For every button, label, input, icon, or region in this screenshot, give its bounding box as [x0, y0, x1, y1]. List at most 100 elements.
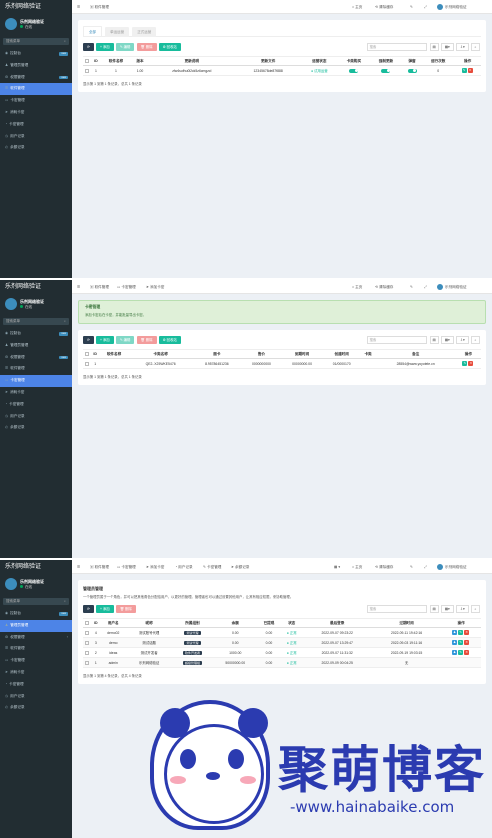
sidebar-item[interactable]: ⚙ 权限管理 ‹	[0, 632, 72, 644]
sidebar-item[interactable]: ♟ 管理员管理	[0, 340, 72, 352]
sidebar-item[interactable]: ▭ 卡密管理	[0, 655, 72, 667]
search-icon[interactable]: ⌕	[471, 605, 480, 613]
translate-icon[interactable]: ✎	[410, 0, 413, 14]
edit-icon[interactable]: ✎	[458, 630, 464, 635]
edit-icon[interactable]: ✎	[458, 650, 464, 655]
add-button[interactable]: + 添加	[95, 43, 114, 51]
sidebar-item[interactable]: ◉ 控制台 new	[0, 48, 72, 60]
search-input[interactable]: 搜索	[366, 43, 427, 51]
home-link[interactable]: ⌂ 主页	[352, 560, 362, 574]
tab-software[interactable]: ▣ 软件管理	[90, 560, 109, 574]
add-button[interactable]: + 添加	[95, 605, 114, 613]
columns-icon[interactable]: ▦▾	[440, 336, 454, 344]
sidebar-item-active[interactable]: ☰ 软件管理	[0, 83, 72, 96]
trash-icon[interactable]: ✕	[464, 630, 470, 635]
search-icon[interactable]: ⌕	[471, 43, 480, 51]
home-link[interactable]: ⌂ 主页	[352, 280, 362, 294]
sidebar-item[interactable]: ◷ 用户记录	[0, 411, 72, 423]
search-icon[interactable]: ⌕	[471, 336, 480, 344]
refresh-button[interactable]: ⟳	[83, 605, 94, 613]
trash-icon[interactable]: ✕	[467, 68, 473, 73]
trash-icon[interactable]: ✕	[468, 361, 474, 366]
trash-icon[interactable]: ✕	[464, 650, 470, 655]
row-checkbox[interactable]	[85, 68, 90, 73]
sidebar-item[interactable]: ◔ 卡密管理	[0, 119, 72, 131]
fullscreen-icon[interactable]: ⤢	[424, 560, 427, 574]
sidebar-item[interactable]: ➤ 消耗卡密	[0, 387, 72, 399]
sidebar-item-active[interactable]: ♟ 管理员管理	[0, 619, 72, 632]
sidebar-item[interactable]: ➤ 消耗卡密	[0, 667, 72, 679]
sidebar-item[interactable]: ◷ 用户记录	[0, 691, 72, 703]
sidebar-item[interactable]: ◔ 卡密管理	[0, 399, 72, 411]
row-checkbox[interactable]	[85, 650, 90, 655]
search-input[interactable]: 搜索	[366, 605, 427, 613]
sidebar-search[interactable]: 搜索菜单 ⌕	[3, 598, 69, 605]
hamburger-icon[interactable]: ☰	[77, 0, 80, 14]
sidebar-item[interactable]: ◴ 余额记录	[0, 422, 72, 434]
clear-cache-link[interactable]: ⟲ 清除缓存	[375, 280, 393, 294]
edit-icon[interactable]: ✎	[458, 640, 464, 645]
translate-icon[interactable]: ✎	[410, 280, 413, 294]
row-checkbox[interactable]	[85, 640, 90, 645]
tabs-dropdown[interactable]: ▦ ▾	[334, 560, 340, 574]
edit-button[interactable]: ✎ 编辑	[115, 43, 135, 51]
columns-icon[interactable]: ▦▾	[440, 605, 454, 613]
edit-button[interactable]: ✎ 编辑	[115, 336, 135, 344]
tab-all[interactable]: 全部	[83, 26, 102, 36]
delete-button[interactable]: 🗑 删除	[136, 336, 157, 344]
edit-icon[interactable]: ✎	[462, 361, 468, 366]
user-menu[interactable]: 乐剂网络验证	[437, 560, 467, 574]
refresh-button[interactable]: ⟳	[83, 43, 94, 51]
recycle-button[interactable]: ⚙ 回收站	[158, 43, 181, 51]
sidebar-item[interactable]: ◴ 余额记录	[0, 142, 72, 154]
export-icon[interactable]: ⇩▾	[455, 605, 469, 613]
tab-trial[interactable]: 单运运营	[105, 27, 130, 37]
home-link[interactable]: ⌂ 主页	[352, 0, 362, 14]
export-icon[interactable]: ⇩▾	[455, 336, 469, 344]
trash-icon[interactable]: ✕	[464, 640, 470, 645]
user-icon[interactable]: ♟	[452, 630, 458, 635]
translate-icon[interactable]: ✎	[410, 560, 413, 574]
sidebar-item[interactable]: ⚙ 权限管理 new	[0, 352, 72, 364]
tab-software[interactable]: ▣ 软件管理	[90, 0, 109, 14]
tab-cards[interactable]: ▭ 卡密管理	[117, 560, 136, 574]
edit-icon[interactable]: ✎	[461, 68, 467, 73]
delete-button[interactable]: 🗑 删除	[115, 605, 136, 613]
row-checkbox[interactable]	[85, 361, 90, 366]
clear-cache-link[interactable]: ⟲ 清除缓存	[375, 0, 393, 14]
buy-toggle[interactable]	[349, 68, 359, 73]
clear-cache-link[interactable]: ⟲ 清除缓存	[375, 560, 393, 574]
toggle-view-icon[interactable]: ▤	[429, 605, 439, 613]
tab-balance[interactable]: ➤ 余额记录	[231, 560, 249, 574]
sidebar-item[interactable]: ▭ 卡密管理	[0, 95, 72, 107]
user-icon[interactable]: ♟	[452, 650, 458, 655]
tab-card-manage[interactable]: ✎ 卡密管理	[203, 560, 221, 574]
user-menu[interactable]: 乐剂网络验证	[437, 280, 467, 294]
sidebar-item[interactable]: ☰ 软件管理	[0, 363, 72, 375]
sidebar-item[interactable]: ◔ 卡密管理	[0, 679, 72, 691]
sidebar-item[interactable]: ⚙ 权限管理 new	[0, 72, 72, 84]
sidebar-item[interactable]: ◉ 控制台 new	[0, 608, 72, 620]
sidebar-search[interactable]: 搜索菜单 ⌕	[3, 38, 69, 45]
sidebar-item[interactable]: ◴ 余额记录	[0, 702, 72, 714]
sidebar-item[interactable]: ♟ 管理员管理	[0, 60, 72, 72]
recycle-button[interactable]: ⚙ 回收站	[158, 336, 181, 344]
select-all-checkbox[interactable]	[85, 621, 90, 626]
select-all-checkbox[interactable]	[85, 59, 90, 64]
sidebar-search[interactable]: 搜索菜单 ⌕	[3, 318, 69, 325]
add-button[interactable]: + 添加	[95, 336, 114, 344]
delete-button[interactable]: 🗑 删除	[136, 43, 157, 51]
tab-user-records[interactable]: ◔ 用户记录	[175, 560, 193, 574]
user-icon[interactable]: ♟	[452, 640, 458, 645]
export-icon[interactable]: ⇩▾	[455, 43, 469, 51]
hamburger-icon[interactable]: ☰	[77, 280, 80, 294]
sidebar-item[interactable]: ◉ 控制台 new	[0, 328, 72, 340]
columns-icon[interactable]: ▦▾	[440, 43, 454, 51]
row-checkbox[interactable]	[85, 660, 90, 665]
hamburger-icon[interactable]: ☰	[77, 560, 80, 574]
toggle-view-icon[interactable]: ▤	[429, 43, 439, 51]
sidebar-item[interactable]: ◷ 用户记录	[0, 131, 72, 143]
force-toggle[interactable]	[381, 68, 391, 73]
select-all-checkbox[interactable]	[85, 352, 90, 357]
row-checkbox[interactable]	[85, 630, 90, 635]
